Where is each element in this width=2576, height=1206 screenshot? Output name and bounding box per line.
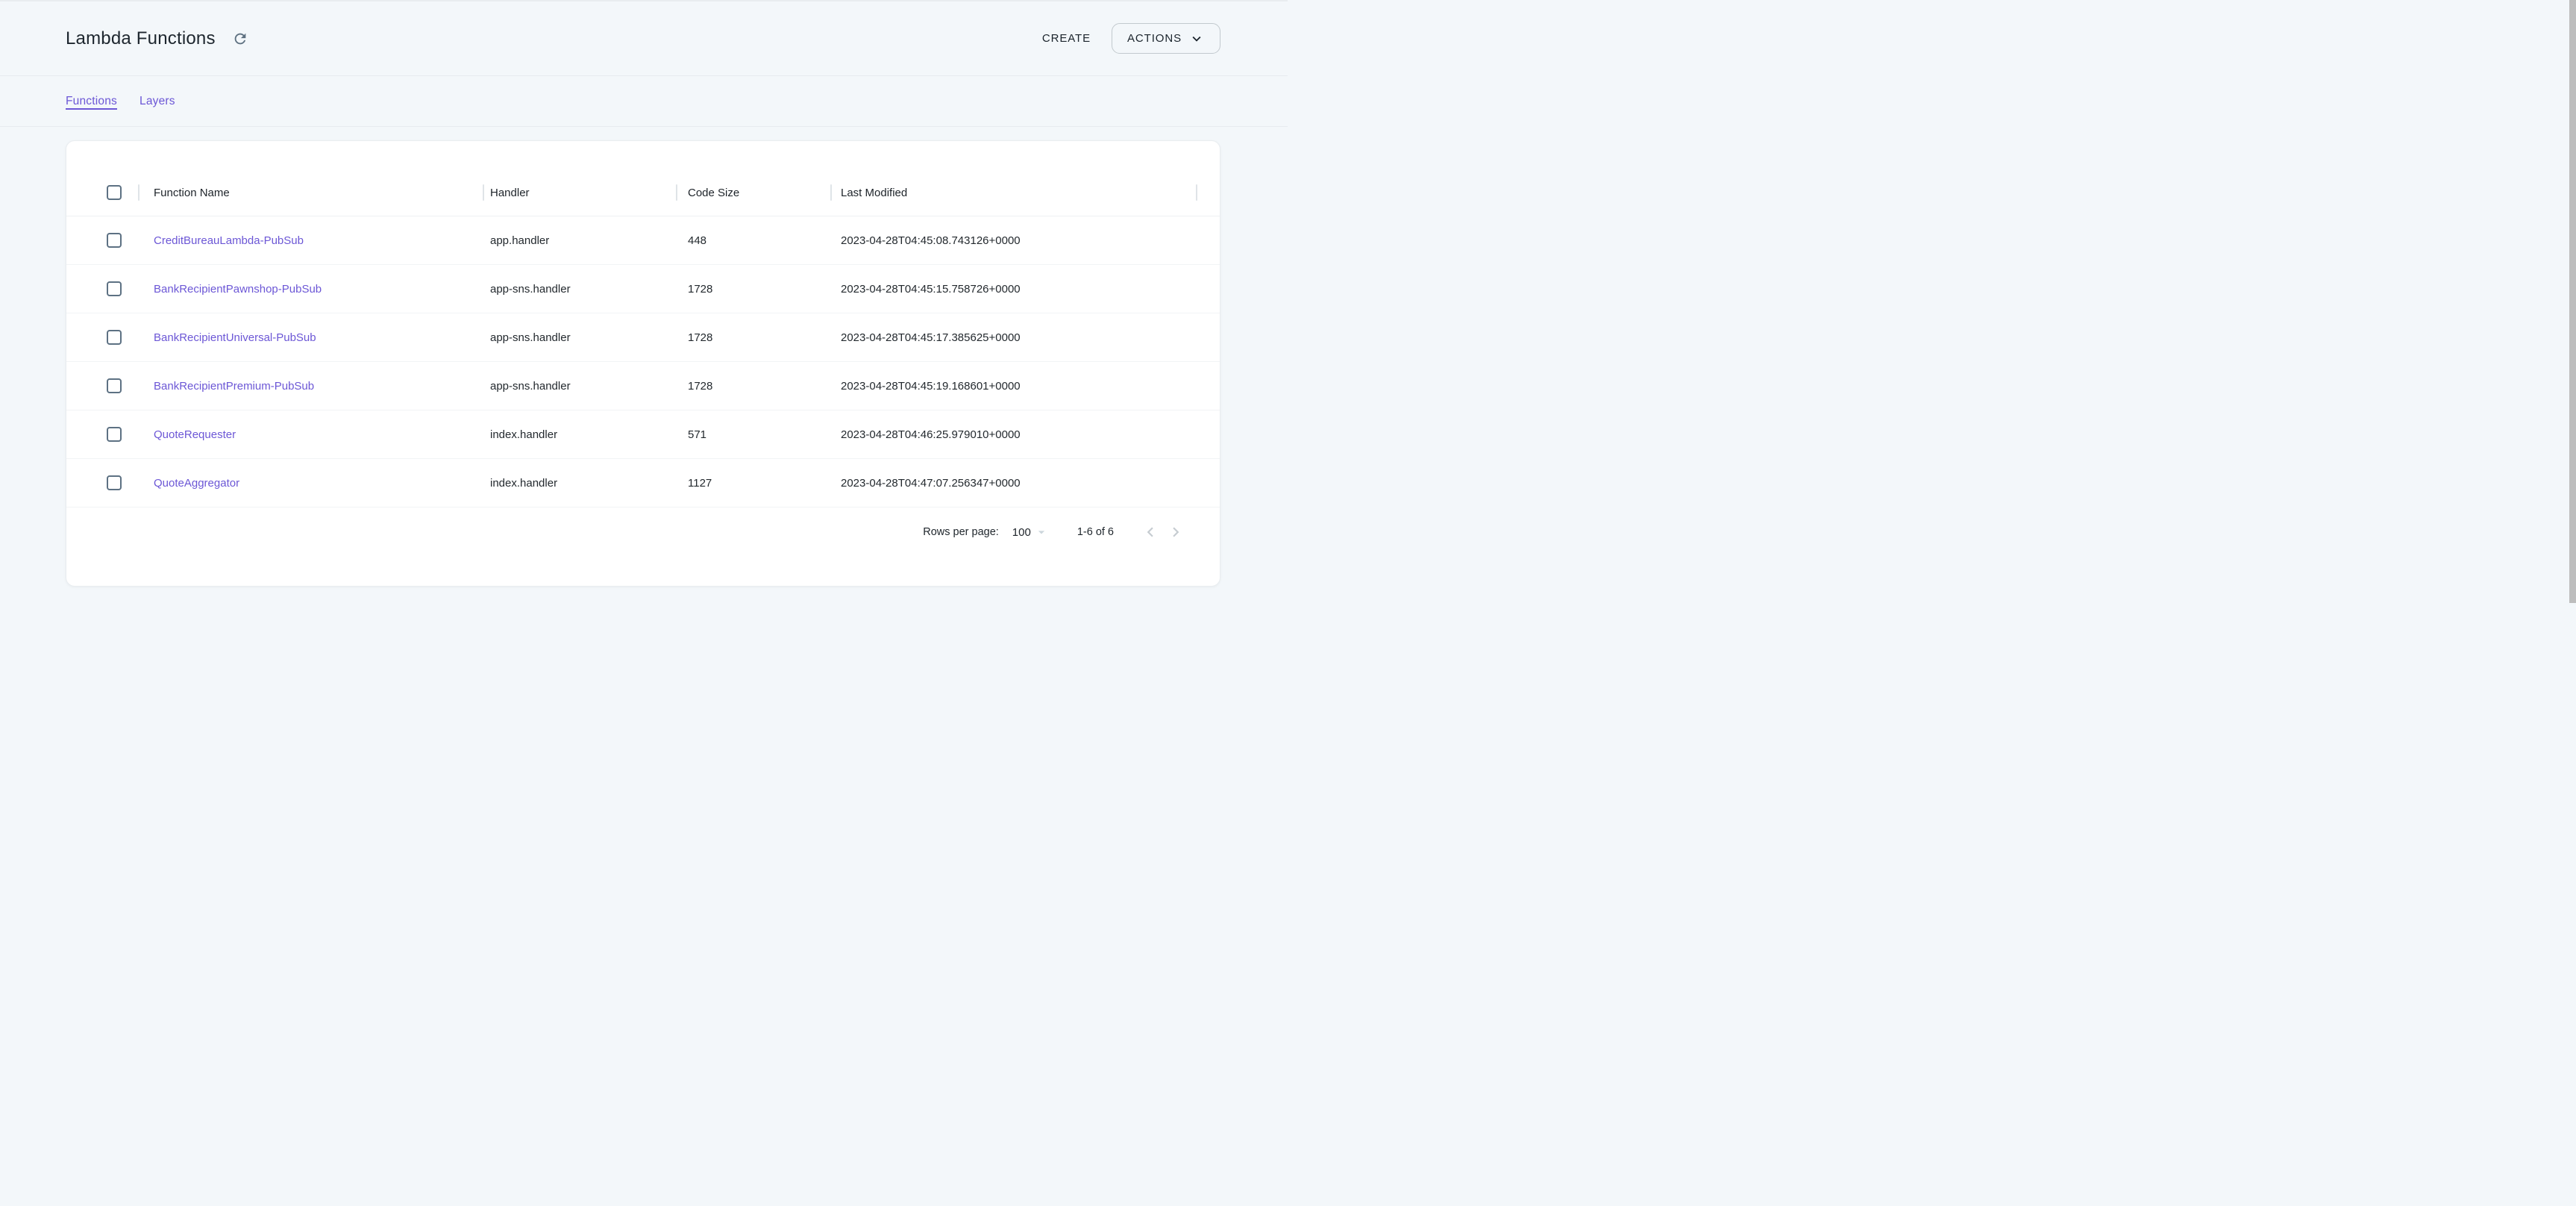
column-separator	[830, 184, 832, 201]
function-name-link[interactable]: QuoteAggregator	[154, 477, 239, 490]
table-row: BankRecipientPawnshop-PubSub app-sns.han…	[66, 265, 1220, 313]
tab-layers[interactable]: Layers	[140, 95, 175, 108]
code-size-cell: 1127	[676, 477, 830, 490]
table-row: BankRecipientPremium-PubSub app-sns.hand…	[66, 362, 1220, 410]
pagination-range-label: 1-6 of 6	[1077, 526, 1114, 538]
handler-cell: app-sns.handler	[483, 380, 676, 393]
table-row: CreditBureauLambda-PubSub app.handler 44…	[66, 216, 1220, 265]
rows-per-page-select[interactable]: 100	[1012, 525, 1049, 540]
scrollbar[interactable]	[2569, 0, 2576, 603]
table-row: QuoteRequester index.handler 571 2023-04…	[66, 410, 1220, 459]
table-row: QuoteAggregator index.handler 1127 2023-…	[66, 459, 1220, 507]
row-checkbox[interactable]	[107, 233, 122, 248]
chevron-left-icon	[1141, 522, 1160, 542]
pagination-bar: Rows per page: 100 1-6 of 6	[66, 507, 1220, 557]
column-header-function-name: Function Name	[138, 169, 483, 216]
select-all-cell	[66, 169, 138, 216]
column-header-filler	[1196, 169, 1220, 216]
function-name-link[interactable]: CreditBureauLambda-PubSub	[154, 234, 304, 247]
last-modified-cell: 2023-04-28T04:47:07.256347+0000	[830, 477, 1196, 490]
tab-functions[interactable]: Functions	[66, 95, 117, 108]
actions-button[interactable]: ACTIONS	[1112, 23, 1220, 54]
code-size-cell: 1728	[676, 331, 830, 344]
row-checkbox[interactable]	[107, 330, 122, 345]
function-name-link[interactable]: QuoteRequester	[154, 428, 236, 441]
column-separator	[1196, 184, 1197, 201]
actions-button-label: ACTIONS	[1127, 32, 1182, 45]
handler-cell: index.handler	[483, 428, 676, 441]
select-all-checkbox[interactable]	[107, 185, 122, 200]
column-header-handler: Handler	[483, 169, 676, 216]
chevron-right-icon	[1166, 522, 1185, 542]
last-modified-cell: 2023-04-28T04:45:15.758726+0000	[830, 283, 1196, 296]
row-checkbox[interactable]	[107, 281, 122, 296]
column-separator	[676, 184, 677, 201]
code-size-cell: 1728	[676, 283, 830, 296]
code-size-cell: 448	[676, 234, 830, 247]
refresh-icon	[232, 31, 248, 47]
refresh-button[interactable]	[229, 28, 251, 50]
page-title: Lambda Functions	[66, 28, 216, 49]
column-header-last-modified: Last Modified	[830, 169, 1196, 216]
previous-page-button[interactable]	[1138, 519, 1163, 545]
table-header-row: Function Name Handler Code Size Last Mod…	[66, 169, 1220, 216]
tab-bar: Functions Layers	[0, 76, 1288, 127]
rows-per-page-label: Rows per page:	[923, 526, 999, 538]
code-size-cell: 1728	[676, 380, 830, 393]
create-button[interactable]: CREATE	[1032, 25, 1101, 52]
last-modified-cell: 2023-04-28T04:46:25.979010+0000	[830, 428, 1196, 441]
last-modified-cell: 2023-04-28T04:45:08.743126+0000	[830, 234, 1196, 247]
row-checkbox[interactable]	[107, 427, 122, 442]
page-header: Lambda Functions CREATE ACTIONS	[0, 1, 1288, 76]
handler-cell: app.handler	[483, 234, 676, 247]
functions-table-card: Function Name Handler Code Size Last Mod…	[66, 140, 1220, 587]
handler-cell: index.handler	[483, 477, 676, 490]
chevron-down-icon	[1188, 31, 1205, 47]
dropdown-arrow-icon	[1034, 525, 1049, 540]
main-content: Function Name Handler Code Size Last Mod…	[0, 127, 1288, 587]
row-checkbox[interactable]	[107, 475, 122, 490]
rows-per-page-value: 100	[1012, 526, 1031, 539]
handler-cell: app-sns.handler	[483, 331, 676, 344]
function-name-link[interactable]: BankRecipientPawnshop-PubSub	[154, 283, 322, 296]
last-modified-cell: 2023-04-28T04:45:17.385625+0000	[830, 331, 1196, 344]
next-page-button[interactable]	[1163, 519, 1188, 545]
column-separator	[483, 184, 484, 201]
row-checkbox[interactable]	[107, 378, 122, 393]
function-name-link[interactable]: BankRecipientPremium-PubSub	[154, 380, 314, 393]
handler-cell: app-sns.handler	[483, 283, 676, 296]
column-header-code-size: Code Size	[676, 169, 830, 216]
table-row: BankRecipientUniversal-PubSub app-sns.ha…	[66, 313, 1220, 362]
code-size-cell: 571	[676, 428, 830, 441]
column-separator	[138, 184, 140, 201]
function-name-link[interactable]: BankRecipientUniversal-PubSub	[154, 331, 316, 344]
last-modified-cell: 2023-04-28T04:45:19.168601+0000	[830, 380, 1196, 393]
